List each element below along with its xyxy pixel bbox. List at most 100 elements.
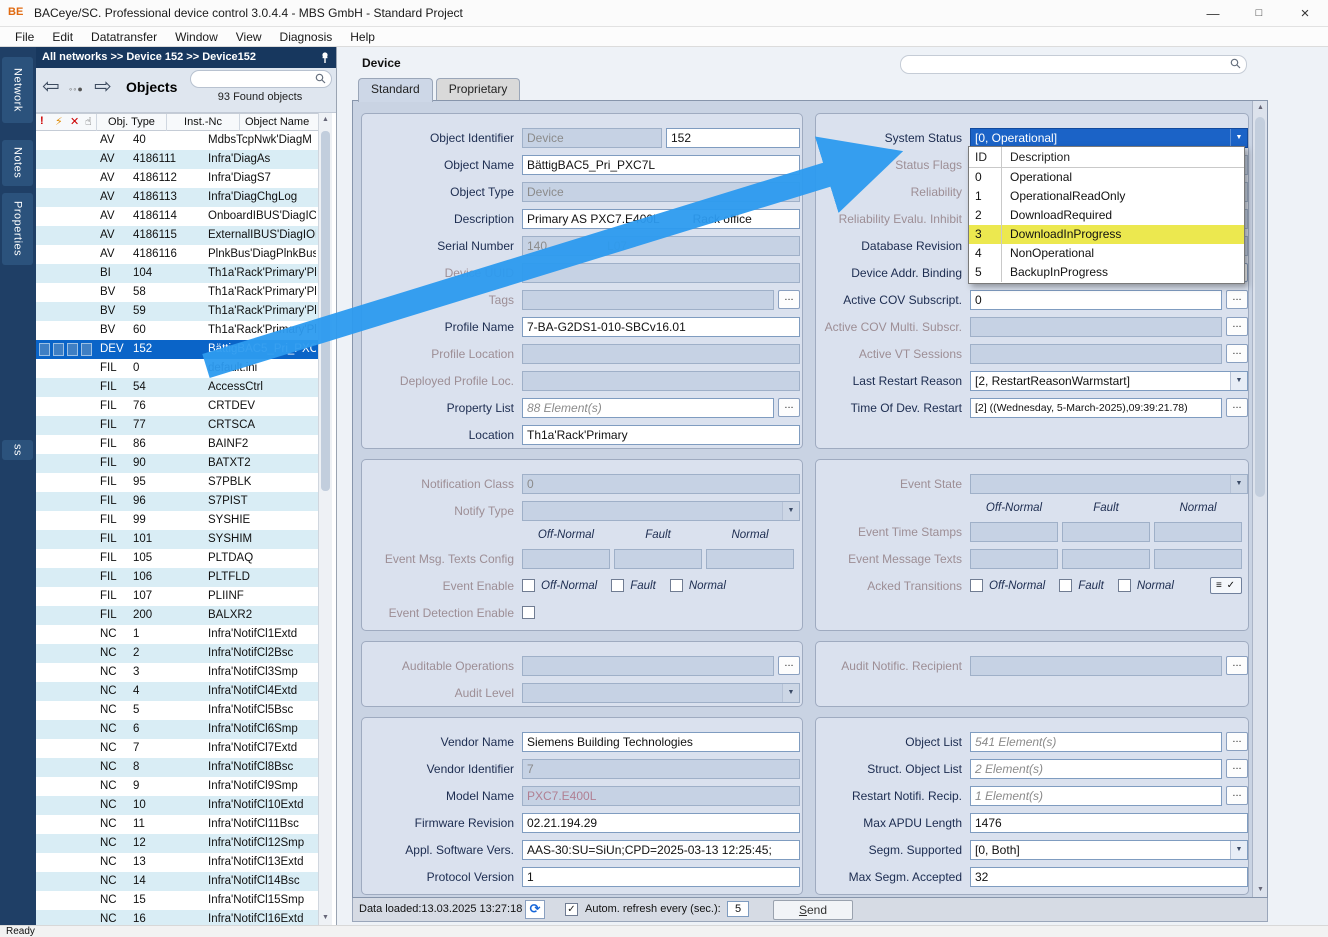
object-row[interactable]: AV4186114OnboardIBUS'DiagIC: [36, 207, 318, 226]
scroll-up-icon[interactable]: ▲: [1254, 101, 1267, 115]
acked-transitions-checkbox-off-normal[interactable]: [970, 579, 983, 592]
event-enable-checkbox-fault[interactable]: [611, 579, 624, 592]
dropdown-option-operational[interactable]: 0Operational: [969, 168, 1244, 187]
active-cov-multi-subscr-input[interactable]: [970, 317, 1222, 337]
event-message-texts-input[interactable]: [1062, 549, 1150, 569]
event-enable-checkbox-off-normal[interactable]: [522, 579, 535, 592]
active-vt-sessions-ellipsis-button[interactable]: ...: [1226, 344, 1248, 363]
device-uuid-input[interactable]: [522, 263, 800, 283]
column-header-inst-nc[interactable]: Inst.-Nc: [166, 114, 239, 131]
object-row[interactable]: AV4186111Infra'DiagAs: [36, 150, 318, 169]
minimize-button[interactable]: —: [1190, 0, 1236, 27]
property-list-ellipsis-button[interactable]: ...: [778, 398, 800, 417]
scroll-down-icon[interactable]: ▼: [319, 911, 332, 925]
object-row[interactable]: BI104Th1a'Rack'Primary'Pl: [36, 264, 318, 283]
forward-button[interactable]: ⇨: [94, 76, 112, 97]
table-header-icon-3[interactable]: ☝: [85, 115, 92, 128]
menu-item-diagnosis[interactable]: Diagnosis: [271, 30, 342, 44]
restart-notifi-recip-input[interactable]: 1 Element(s): [970, 786, 1222, 806]
notify-type-select[interactable]: ▼: [522, 501, 800, 521]
time-of-dev-restart-input[interactable]: [2] ((Wednesday, 5-March-2025),09:39:21.…: [970, 398, 1222, 418]
object-list-input[interactable]: 541 Element(s): [970, 732, 1222, 752]
object-name-input[interactable]: BättigBAC5_Pri_PXC7L: [522, 155, 800, 175]
active-cov-subscript-input[interactable]: 0: [970, 290, 1222, 310]
back-button[interactable]: ⇦: [42, 76, 60, 97]
side-tab-notes[interactable]: Notes: [2, 140, 33, 186]
object-list-ellipsis-button[interactable]: ...: [1226, 732, 1248, 751]
object-row[interactable]: NC2Infra'NotifCl2Bsc: [36, 644, 318, 663]
firmware-revision-input[interactable]: 02.21.194.29: [522, 813, 800, 833]
description-input[interactable]: Primary AS PXC7.E400L Rack office: [522, 209, 800, 229]
profile-location-input[interactable]: [522, 344, 800, 364]
autorefresh-interval-input[interactable]: 5: [727, 901, 749, 917]
menu-item-help[interactable]: Help: [341, 30, 384, 44]
table-header-icon-1[interactable]: ⚡: [55, 115, 63, 128]
object-row[interactable]: AV4186112Infra'DiagS7: [36, 169, 318, 188]
event-msg-texts-config-input[interactable]: [614, 549, 702, 569]
menu-item-file[interactable]: File: [6, 30, 43, 44]
object-row[interactable]: FIL86BAINF2: [36, 435, 318, 454]
object-row[interactable]: NC1Infra'NotifCl1Extd: [36, 625, 318, 644]
dropdown-option-downloadrequired[interactable]: 2DownloadRequired: [969, 206, 1244, 225]
active-cov-multi-subscr-ellipsis-button[interactable]: ...: [1226, 317, 1248, 336]
acked-transitions-checkbox-fault[interactable]: [1059, 579, 1072, 592]
dropdown-option-operationalreadonly[interactable]: 1OperationalReadOnly: [969, 187, 1244, 206]
segm-supported-select[interactable]: [0, Both]▼: [970, 840, 1248, 860]
max-apdu-length-input[interactable]: 1476: [970, 813, 1248, 833]
object-row[interactable]: NC15Infra'NotifCl15Smp: [36, 891, 318, 910]
notification-class-input[interactable]: 0: [522, 474, 800, 494]
object-row[interactable]: NC13Infra'NotifCl13Extd: [36, 853, 318, 872]
event-state-select[interactable]: ▼: [970, 474, 1248, 494]
object-row[interactable]: FIL106PLTFLD: [36, 568, 318, 587]
auditable-operations-input[interactable]: [522, 656, 774, 676]
object-table-scrollbar[interactable]: ▲ ▼: [318, 113, 332, 925]
send-button[interactable]: Send: [773, 900, 853, 920]
object-row[interactable]: FIL101SYSHIM: [36, 530, 318, 549]
object-row[interactable]: FIL96S7PIST: [36, 492, 318, 511]
object-row[interactable]: NC12Infra'NotifCl12Smp: [36, 834, 318, 853]
device-panel-scrollbar[interactable]: ▲ ▼: [1252, 101, 1267, 897]
table-header-icon-2[interactable]: ✕: [70, 115, 79, 128]
profile-name-input[interactable]: 7-BA-G2DS1-010-SBCv16.01: [522, 317, 800, 337]
model-name-input[interactable]: PXC7.E400L: [522, 786, 800, 806]
tab-proprietary[interactable]: Proprietary: [436, 78, 521, 100]
struct-object-list-input[interactable]: 2 Element(s): [970, 759, 1222, 779]
time-of-dev-restart-ellipsis-button[interactable]: ...: [1226, 398, 1248, 417]
object-row[interactable]: NC9Infra'NotifCl9Smp: [36, 777, 318, 796]
object-row[interactable]: BV59Th1a'Rack'Primary'Pl: [36, 302, 318, 321]
appl-software-vers-input[interactable]: AAS-30:SU=SiUn;CPD=2025-03-13 12:25:45;: [522, 840, 800, 860]
event-message-texts-input[interactable]: [1154, 549, 1242, 569]
struct-object-list-ellipsis-button[interactable]: ...: [1226, 759, 1248, 778]
object-row[interactable]: FIL107PLIINF: [36, 587, 318, 606]
acked-transitions-summary-button[interactable]: ≡ ✓: [1210, 577, 1242, 594]
location-input[interactable]: Th1a'Rack'Primary: [522, 425, 800, 445]
event-message-texts-input[interactable]: [970, 549, 1058, 569]
side-tab-properties[interactable]: Properties: [2, 193, 33, 265]
object-row[interactable]: FIL99SYSHIE: [36, 511, 318, 530]
column-header-obj-type[interactable]: Obj. Type: [96, 114, 166, 131]
object-row[interactable]: NC16Infra'NotifCl16Extd: [36, 910, 318, 925]
event-time-stamps-input[interactable]: [1062, 522, 1150, 542]
audit-level-select[interactable]: ▼: [522, 683, 800, 703]
object-identifier-input[interactable]: 152: [666, 128, 800, 148]
property-list-input[interactable]: 88 Element(s): [522, 398, 774, 418]
object-row[interactable]: FIL54AccessCtrl: [36, 378, 318, 397]
object-row[interactable]: BV58Th1a'Rack'Primary'Pl: [36, 283, 318, 302]
object-row[interactable]: NC6Infra'NotifCl6Smp: [36, 720, 318, 739]
object-row[interactable]: NC3Infra'NotifCl3Smp: [36, 663, 318, 682]
object-row[interactable]: AV4186113Infra'DiagChgLog: [36, 188, 318, 207]
object-row[interactable]: DEV152BättigBAC5_Pri_PXC7: [36, 340, 318, 359]
maximize-button[interactable]: □: [1236, 0, 1282, 27]
object-row[interactable]: AV40MdbsTcpNwk'DiagM: [36, 131, 318, 150]
object-row[interactable]: FIL77CRTSCA: [36, 416, 318, 435]
dropdown-option-nonoperational[interactable]: 4NonOperational: [969, 244, 1244, 263]
object-row[interactable]: NC8Infra'NotifCl8Bsc: [36, 758, 318, 777]
scrollbar-thumb[interactable]: [1255, 117, 1265, 497]
acked-transitions-checkbox-normal[interactable]: [1118, 579, 1131, 592]
object-row[interactable]: AV4186116PlnkBus'DiagPlnkBus: [36, 245, 318, 264]
event-enable-checkbox-normal[interactable]: [670, 579, 683, 592]
side-tab-ss[interactable]: ss: [2, 440, 33, 460]
scroll-up-icon[interactable]: ▲: [319, 113, 332, 127]
scrollbar-thumb[interactable]: [321, 131, 330, 491]
menu-item-view[interactable]: View: [227, 30, 271, 44]
